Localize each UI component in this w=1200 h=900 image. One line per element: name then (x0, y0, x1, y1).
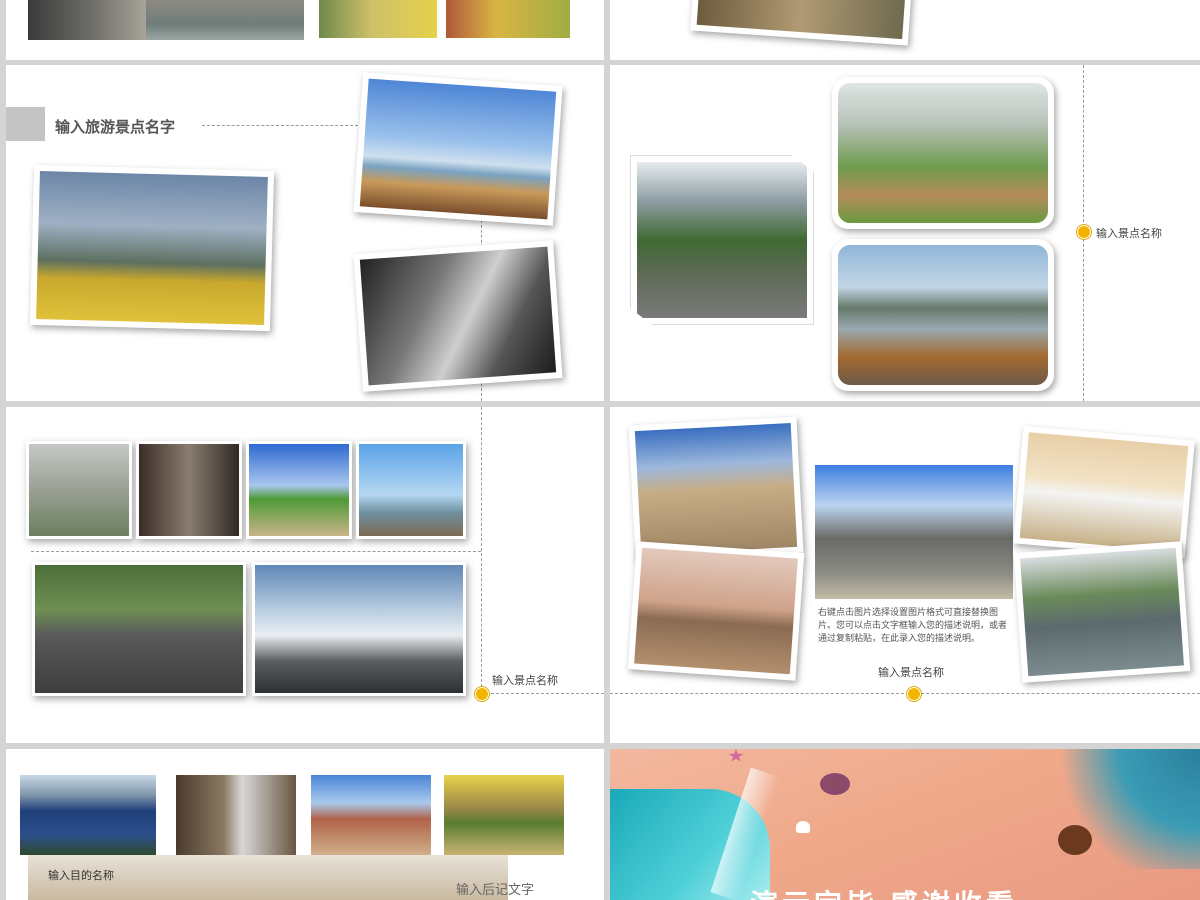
scenic-label[interactable]: 输入景点名称 (492, 672, 558, 688)
vertical-connector-line (481, 407, 482, 687)
heading-marker-block (6, 107, 45, 141)
photo-pagoda-plain[interactable] (627, 541, 805, 681)
photo-green-meadow-path[interactable] (246, 441, 352, 539)
heading-connector-line (202, 125, 358, 126)
slide-travel-top-left[interactable] (6, 0, 604, 60)
slide-travel-top-right[interactable] (610, 0, 1200, 60)
timeline-dot (475, 687, 489, 701)
scenic-description[interactable]: 右键点击图片选择设置图片格式可直接替换图片。您可以点击文字框输入您的描述说明，或… (818, 606, 1013, 645)
timeline-dot (1077, 225, 1091, 239)
photo-boardwalk (146, 0, 304, 40)
photo-stone-stairs-bw[interactable] (353, 240, 563, 392)
photo-touring-cyclists[interactable] (32, 562, 246, 696)
crab-icon (820, 773, 850, 795)
photo-sea-of-clouds[interactable] (252, 562, 466, 696)
coconut-drink-icon (1058, 825, 1092, 855)
photo-people-walking (28, 0, 148, 40)
slide-scenic-ruins[interactable]: 输入景点名称 右键点击图片选择设置图片格式可直接替换图片。您可以点击文字框输入您… (610, 407, 1200, 743)
slide-scenic-name[interactable]: 输入旅游景点名字 (6, 65, 604, 401)
photo-sunset-cyclist[interactable] (444, 775, 564, 855)
photo-bicycle-shop[interactable] (136, 441, 242, 539)
photo-hiker-lake[interactable] (356, 441, 466, 539)
starfish-icon (728, 749, 744, 762)
timeline-horizontal-line (610, 693, 1200, 694)
photo-old-buildings[interactable] (311, 775, 431, 855)
photo-savanna-giraffe[interactable] (832, 77, 1054, 229)
photo-crater-lake[interactable] (20, 775, 156, 855)
timeline-horizontal-line (481, 693, 604, 694)
photo-mountain-road-car[interactable] (630, 155, 814, 325)
photo-terraced-hills[interactable] (29, 164, 275, 332)
photo-backpacker-waterfall[interactable] (176, 775, 296, 855)
photo-great-wall-fog[interactable] (26, 441, 132, 539)
slide-scenic-safari[interactable]: 输入景点名称 (610, 65, 1200, 401)
destination-label[interactable]: 输入目的名称 (48, 867, 114, 883)
photo-canal-town[interactable] (1013, 541, 1191, 683)
photo-white-van-desert[interactable] (1013, 425, 1195, 559)
photo-flower-field (446, 0, 570, 38)
slide-thank-you[interactable]: 演示完毕 感谢收看 (610, 749, 1200, 900)
slide-scenic-cycling[interactable]: 输入景点名称 (6, 407, 604, 743)
shell-icon (796, 821, 810, 833)
photo-seaside-balcony[interactable] (353, 72, 563, 226)
horizontal-separator-line (31, 551, 481, 552)
thank-you-banner: 演示完毕 感谢收看 (750, 883, 1018, 900)
photo-group-tilted (690, 0, 912, 46)
photo-stone-arch[interactable] (628, 416, 804, 562)
photo-rocky-peak-cyclist[interactable] (815, 465, 1013, 599)
scenic-label[interactable]: 输入景点名称 (878, 664, 944, 680)
photo-river-drying-mats[interactable] (832, 239, 1054, 391)
scenic-label[interactable]: 输入景点名称 (1096, 225, 1162, 241)
photo-garden-path (319, 0, 437, 38)
slide-travelogue[interactable]: 输入目的名称 输入后记文字 (6, 749, 604, 900)
timeline-dot (907, 687, 921, 701)
travelogue-note[interactable]: 输入后记文字 (456, 879, 534, 898)
scenic-heading[interactable]: 输入旅游景点名字 (55, 116, 175, 137)
